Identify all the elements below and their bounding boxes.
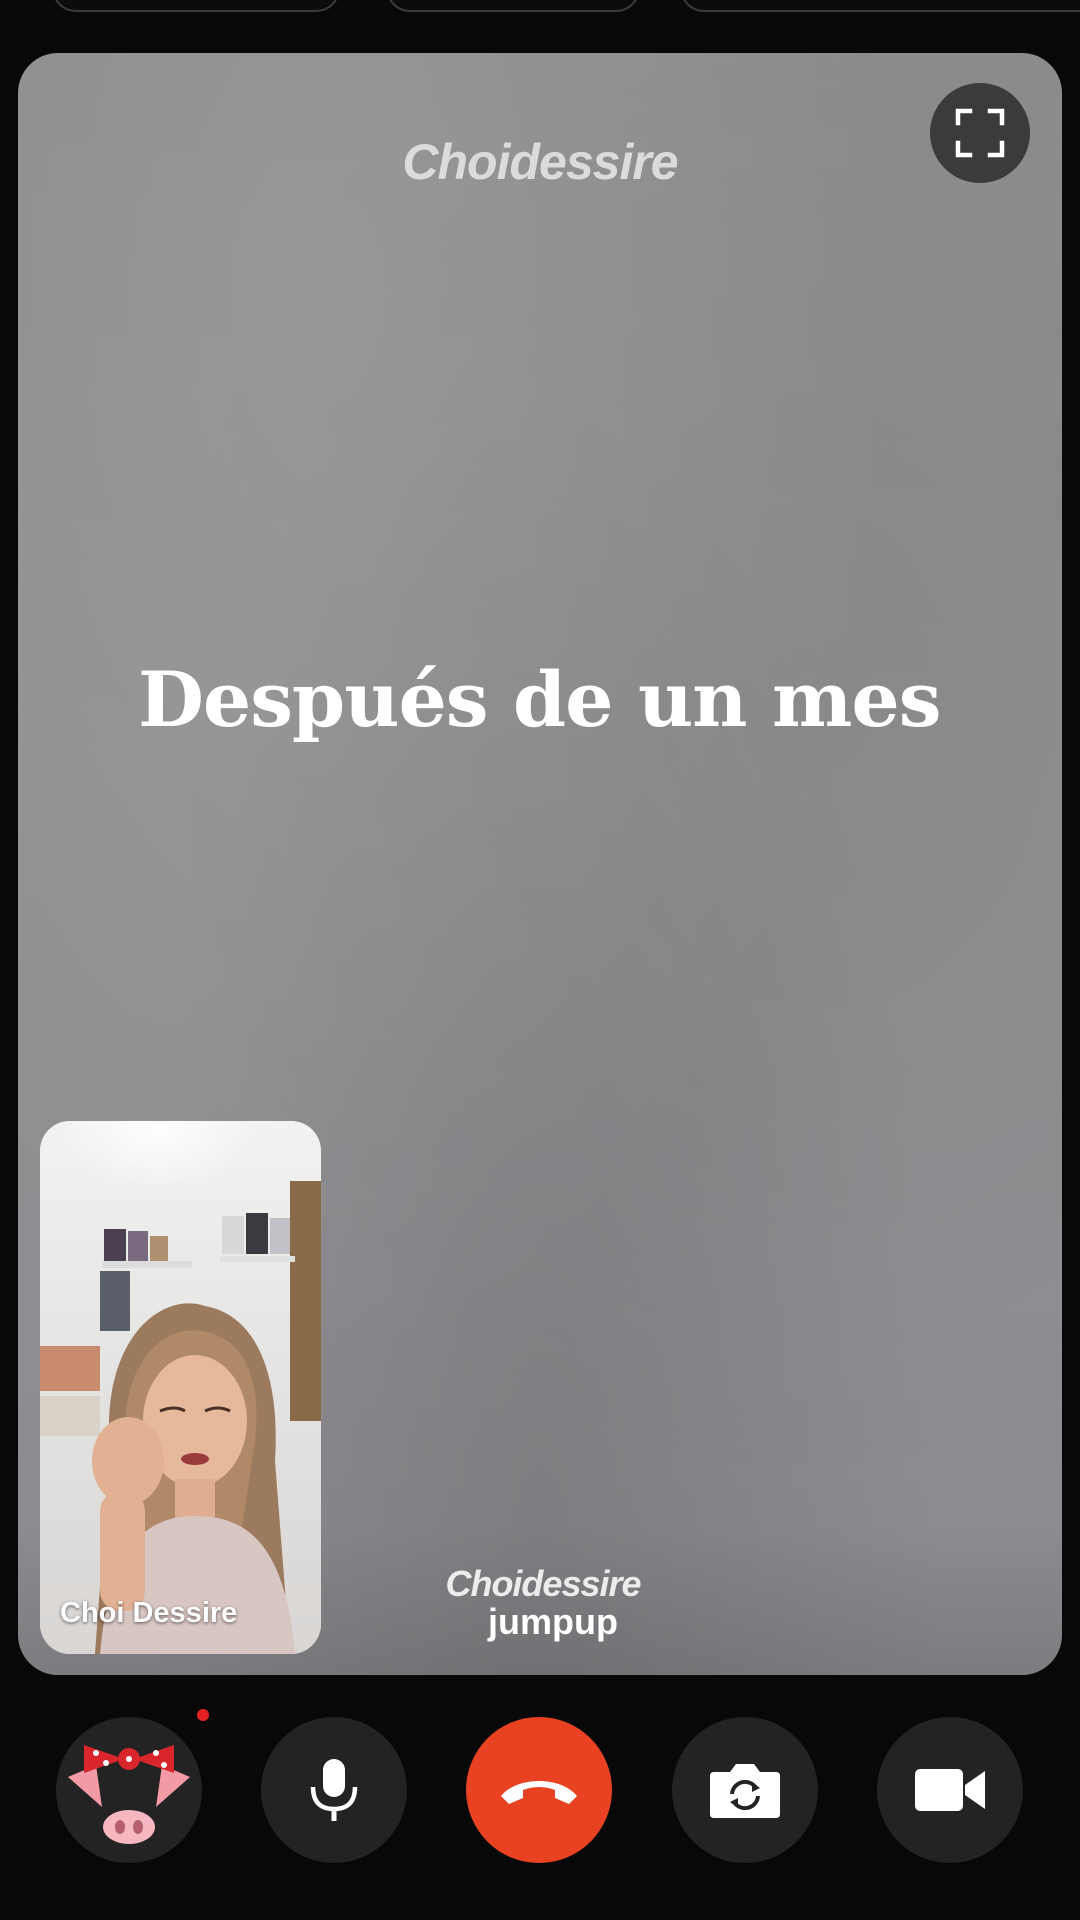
remote-user-label: jumpup: [488, 1601, 618, 1642]
self-view-image: [40, 1121, 321, 1654]
top-pill-left[interactable]: [52, 0, 340, 12]
top-pill-right[interactable]: [680, 0, 1080, 12]
watermark-top: Choidessire: [402, 134, 678, 190]
remote-labels: Choidessire jumpup: [418, 1563, 668, 1643]
self-view[interactable]: Choi Dessire: [40, 1121, 321, 1654]
end-call-button[interactable]: [466, 1717, 612, 1863]
effects-button[interactable]: [56, 1717, 202, 1863]
flip-camera-button[interactable]: [672, 1717, 818, 1863]
caption-text: Después de un mes: [138, 655, 942, 744]
pig-face-icon: [68, 1745, 190, 1844]
self-view-name: Choi Dessire: [60, 1597, 238, 1629]
end-call-icon: [501, 1781, 577, 1804]
top-pill-middle[interactable]: [386, 0, 640, 12]
fullscreen-icon: [955, 108, 1005, 158]
video-camera-icon: [915, 1769, 985, 1811]
microphone-icon: [310, 1759, 358, 1821]
notification-dot: [197, 1709, 209, 1721]
video-toggle-button[interactable]: [877, 1717, 1023, 1863]
fullscreen-button[interactable]: [930, 83, 1030, 183]
watermark-bottom: Choidessire: [445, 1563, 641, 1604]
mute-button[interactable]: [261, 1717, 407, 1863]
camera-flip-icon: [710, 1764, 780, 1818]
